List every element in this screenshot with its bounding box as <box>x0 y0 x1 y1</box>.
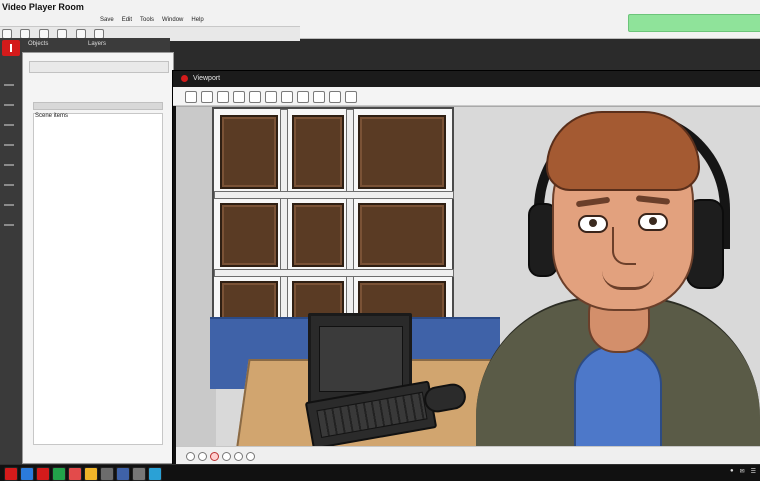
left-panel-scrollbar[interactable] <box>33 102 163 110</box>
paint-icon[interactable] <box>249 91 261 103</box>
scene-window-mullion <box>280 109 288 343</box>
left-panel-tab-layers[interactable]: Layers <box>88 41 106 47</box>
menu-item-4[interactable]: Help <box>191 17 203 23</box>
layers-icon[interactable] <box>329 91 341 103</box>
viewport-toolbar <box>173 87 760 106</box>
viewport-bottom-toolbar <box>176 446 760 465</box>
record-icon[interactable] <box>210 452 219 461</box>
folder-icon[interactable] <box>100 467 114 481</box>
scene-person <box>476 107 760 447</box>
menu-item-0[interactable]: Save <box>100 17 114 23</box>
scene-window-frame <box>212 107 454 343</box>
dock-tick <box>4 184 14 186</box>
scene-window-mullion <box>346 109 354 343</box>
left-panel-list-label: Scene items <box>35 113 69 119</box>
dock-tick <box>4 204 14 206</box>
media-icon[interactable] <box>84 467 98 481</box>
scene-window-pane <box>358 115 446 189</box>
play-icon[interactable] <box>186 452 195 461</box>
scene-person-pupil-right <box>649 217 657 225</box>
browser-icon[interactable] <box>36 467 50 481</box>
dock-tick <box>4 164 14 166</box>
settings-icon[interactable] <box>345 91 357 103</box>
start-icon[interactable] <box>4 467 18 481</box>
monitor-icon[interactable] <box>132 467 146 481</box>
viewport-scene[interactable] <box>176 106 760 447</box>
stop-icon[interactable] <box>222 452 231 461</box>
left-dock <box>0 38 23 468</box>
tray-status-icon[interactable]: ● <box>730 468 734 478</box>
fit-icon[interactable] <box>246 452 255 461</box>
scene-monitor-screen <box>319 326 403 392</box>
left-panel-header <box>29 61 169 73</box>
scene-person-eye-right <box>638 213 668 231</box>
mail-icon[interactable] <box>68 467 82 481</box>
files-icon[interactable] <box>20 467 34 481</box>
camera-icon[interactable] <box>265 91 277 103</box>
scene-window-pane <box>292 203 344 267</box>
screen: Video Player Room Save Edit Tools Window… <box>0 0 760 481</box>
scene-window-pane <box>292 115 344 189</box>
scene-keyboard-keys <box>316 391 428 438</box>
scene-person-eye-left <box>578 215 608 233</box>
app-logo-icon[interactable] <box>2 40 20 56</box>
scene-person-pupil-left <box>589 219 597 227</box>
select-icon[interactable] <box>185 91 197 103</box>
left-panel: Scene items <box>22 52 174 464</box>
dock-tick <box>4 124 14 126</box>
dock-tick <box>4 104 14 106</box>
scale-icon[interactable] <box>233 91 245 103</box>
scene-window-transom <box>214 269 454 277</box>
scene-person-tshirt <box>574 345 662 447</box>
left-panel-topbar: Objects Layers <box>22 38 170 53</box>
dock-tick <box>4 224 14 226</box>
dock-tick <box>4 84 14 86</box>
rotate-icon[interactable] <box>217 91 229 103</box>
scene-window-transom <box>214 191 454 199</box>
settings-icon[interactable] <box>116 467 130 481</box>
pause-icon[interactable] <box>198 452 207 461</box>
scene-left-wall <box>176 107 216 447</box>
tray-mail-icon[interactable]: ✉ <box>740 468 745 478</box>
menu-item-2[interactable]: Tools <box>140 17 154 23</box>
record-indicator-icon <box>181 75 188 82</box>
scene-window-pane <box>358 203 446 267</box>
snap-icon[interactable] <box>313 91 325 103</box>
grid-icon[interactable] <box>297 91 309 103</box>
dock-tick <box>4 144 14 146</box>
move-icon[interactable] <box>201 91 213 103</box>
scene-window-pane <box>220 115 278 189</box>
taskbar: ● ✉ ☰ <box>0 464 760 481</box>
scene-window-pane <box>220 203 278 267</box>
scene-person-nose <box>612 227 636 265</box>
status-pill[interactable] <box>628 14 760 32</box>
scene-person-brow-right <box>635 195 671 205</box>
zoom-icon[interactable] <box>234 452 243 461</box>
menu-item-3[interactable]: Window <box>162 17 183 23</box>
left-panel-tab-objects[interactable]: Objects <box>28 41 48 47</box>
viewport-title: Viewport <box>193 75 221 82</box>
chat-icon[interactable] <box>52 467 66 481</box>
menu-bar: Save Edit Tools Window Help <box>100 14 620 26</box>
app-title: Video Player Room <box>2 2 84 12</box>
menu-item-1[interactable]: Edit <box>122 17 132 23</box>
viewport-titlebar: Viewport <box>173 71 760 87</box>
scene-person-brow-left <box>575 196 611 208</box>
left-panel-list[interactable] <box>33 113 163 445</box>
light-icon[interactable] <box>281 91 293 103</box>
scene-person-hair <box>546 111 700 191</box>
taskbar-tray: ● ✉ ☰ <box>670 468 756 478</box>
tray-menu-icon[interactable]: ☰ <box>751 468 756 478</box>
edit-icon[interactable] <box>148 467 162 481</box>
